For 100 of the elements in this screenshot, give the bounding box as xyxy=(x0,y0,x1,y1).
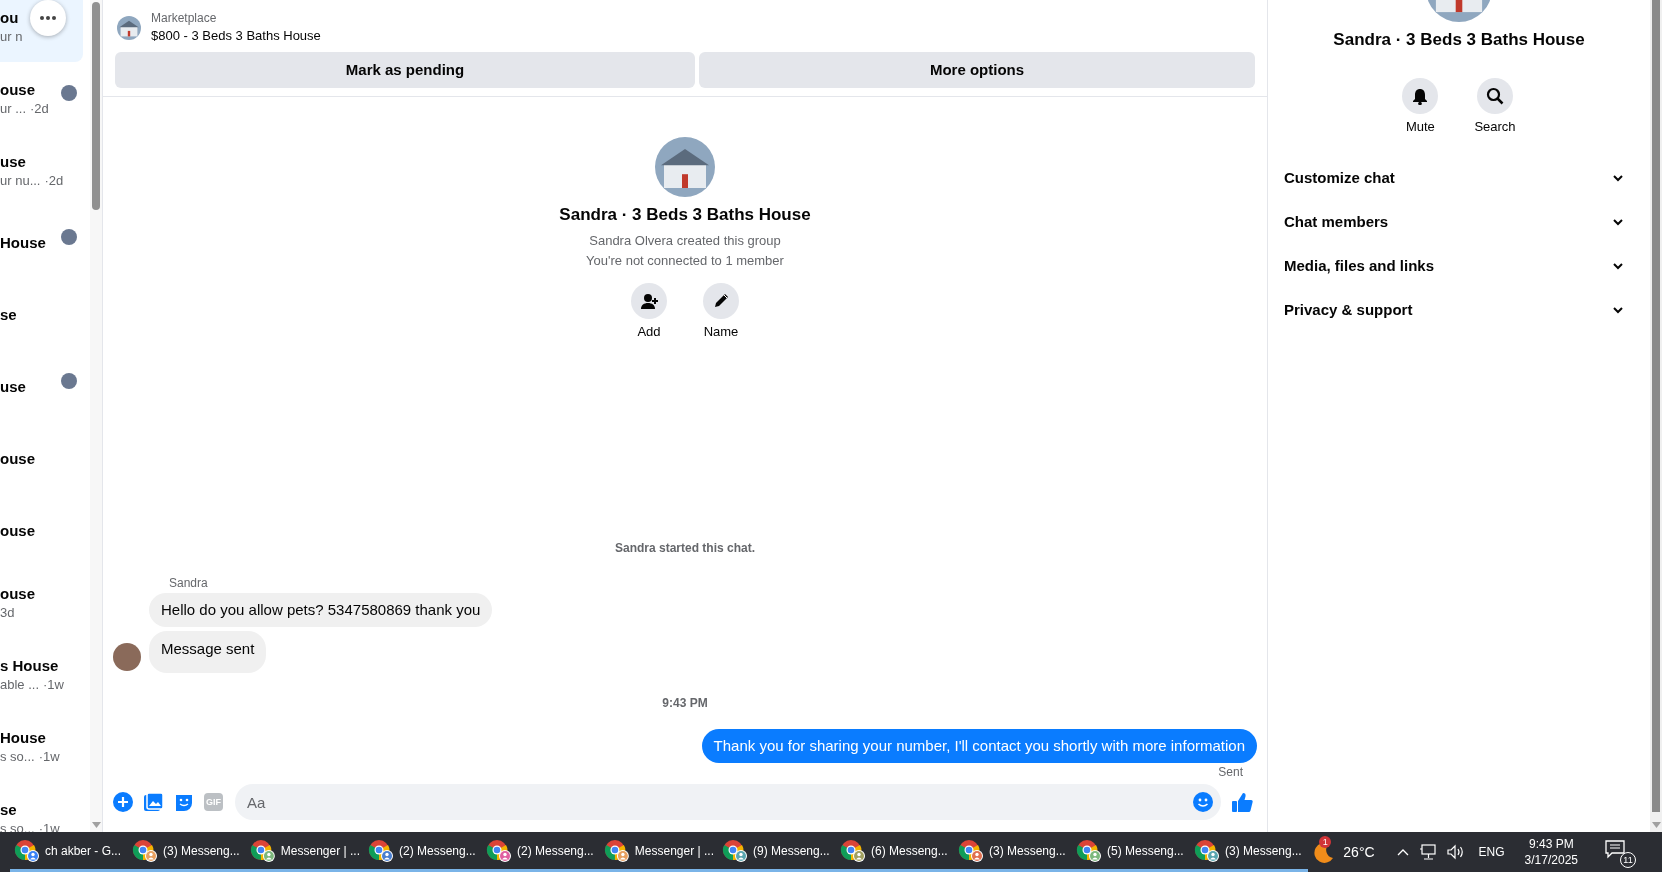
sender-name: Sandra xyxy=(169,575,209,591)
bell-icon xyxy=(1411,87,1430,105)
message-time: 9:43 PM xyxy=(662,695,708,711)
conversation-title: House xyxy=(0,233,46,253)
thumbs-up-icon xyxy=(1231,791,1253,813)
group-info: Sandra Olvera created this group xyxy=(589,232,781,250)
group-title: Sandra · 3 Beds 3 Baths House xyxy=(559,204,811,226)
taskbar-app[interactable]: (3) Messeng... xyxy=(128,832,246,872)
conversation-time: ·1w xyxy=(38,748,60,766)
chevron-icon xyxy=(1612,260,1624,272)
conversation-preview: s so... xyxy=(0,748,35,766)
plus-icon xyxy=(113,792,133,812)
scrollbar-thumb[interactable] xyxy=(1652,0,1660,812)
conversation-preview: ur ... xyxy=(0,100,26,118)
browser-profile-icon xyxy=(250,838,276,863)
taskbar-app[interactable]: (6) Messeng... xyxy=(836,832,954,872)
scrollbar[interactable] xyxy=(1650,0,1662,832)
conversation-time: ·2d xyxy=(44,172,64,190)
conversation-title: House xyxy=(0,728,46,748)
details-section[interactable]: Customize chat xyxy=(1284,156,1634,200)
listing-label: Marketplace xyxy=(151,10,218,26)
taskbar-app[interactable]: (3) Messeng... xyxy=(954,832,1072,872)
taskbar-app[interactable]: (3) Messeng... xyxy=(1190,832,1308,872)
conversation-title: ouse xyxy=(0,449,35,469)
conversation-item[interactable]: ouse xyxy=(0,422,83,494)
conversation-item[interactable]: ouse xyxy=(0,494,83,566)
scroll-down-icon[interactable] xyxy=(1651,822,1661,828)
browser-profile-icon xyxy=(486,838,512,863)
conversation-item[interactable]: House s so... ·1w xyxy=(0,710,83,782)
conversation-preview: 3d xyxy=(0,604,15,622)
image-icon xyxy=(143,792,164,812)
conversation-title: use xyxy=(0,377,26,397)
conversation-title: use xyxy=(0,152,26,172)
message-bubble: Message sent xyxy=(149,631,267,673)
taskbar-app[interactable]: Messenger | ... xyxy=(600,832,718,872)
language-indicator[interactable]: ENG xyxy=(1478,843,1505,861)
browser-profile-icon xyxy=(1194,838,1220,863)
taskbar-app[interactable]: (5) Messeng... xyxy=(1072,832,1190,872)
conversation-item[interactable]: use xyxy=(0,350,83,422)
search-icon xyxy=(1486,87,1504,105)
browser-profile-icon xyxy=(840,838,866,863)
chevron-icon xyxy=(1612,304,1624,316)
conversation-item[interactable]: House xyxy=(0,206,83,278)
conversation-item[interactable]: se xyxy=(0,278,83,350)
network-icon xyxy=(1418,844,1437,860)
message-bubble: Hello do you allow pets? 5347580869 thank you xyxy=(149,593,493,627)
chevron-icon xyxy=(1612,172,1624,184)
taskbar-app[interactable]: (9) Messeng... xyxy=(718,832,836,872)
chevron-icon xyxy=(1612,216,1624,228)
details-section[interactable]: Privacy & support xyxy=(1284,288,1634,332)
chevron-up-icon xyxy=(1396,847,1409,857)
conversation-title: se xyxy=(0,305,17,325)
conversation-preview: able ... xyxy=(0,676,40,694)
conversation-preview: ur nu... xyxy=(0,172,41,190)
taskbar-app[interactable]: (2) Messeng... xyxy=(482,832,600,872)
message-status: Sent xyxy=(1218,764,1243,780)
scrollbar[interactable] xyxy=(90,0,102,832)
message-icon xyxy=(1604,838,1626,860)
conversation-title: se xyxy=(0,800,17,820)
action-button[interactable]: Mark as pending xyxy=(115,52,695,88)
taskbar-app[interactable]: Messenger | ... xyxy=(246,832,364,872)
weather-badge: 1 xyxy=(1319,836,1332,848)
scroll-down-icon[interactable] xyxy=(91,822,101,828)
emoji-icon xyxy=(1193,792,1213,812)
action-button[interactable]: More options xyxy=(699,52,1255,88)
details-section[interactable]: Chat members xyxy=(1284,200,1634,244)
browser-profile-icon xyxy=(722,838,748,863)
conversation-item[interactable]: s House able ... ·1w xyxy=(0,638,83,710)
conversation-time: ·1w xyxy=(43,676,64,694)
message-bubble: Thank you for sharing your number, I'll contact you shortly with more information xyxy=(701,729,1257,763)
taskbar-app[interactable]: ch akber - G... xyxy=(10,832,128,872)
conversation-item[interactable]: ouse 3d xyxy=(0,566,83,638)
group-info: You're not connected to 1 member xyxy=(586,252,784,270)
browser-profile-icon xyxy=(604,838,630,863)
scrollbar-thumb[interactable] xyxy=(92,2,100,210)
conversation-time: ·2d xyxy=(30,100,49,118)
browser-profile-icon xyxy=(132,838,158,863)
listing-title: $800 - 3 Beds 3 Baths House xyxy=(151,27,321,45)
message-field[interactable]: Aa xyxy=(235,784,1221,820)
system-message: Sandra started this chat. xyxy=(614,540,755,556)
add-person-icon xyxy=(640,292,658,310)
clock-time[interactable]: 9:43 PM xyxy=(1528,836,1574,852)
conversation-title: ouse xyxy=(0,584,35,604)
chat-title: Sandra · 3 Beds 3 Baths House xyxy=(1333,29,1585,51)
conversation-item[interactable]: use ur nu... ·2d xyxy=(0,134,83,206)
sticker-icon xyxy=(174,792,194,812)
conversation-title: ou xyxy=(0,8,19,28)
conversation-title: ouse xyxy=(0,521,35,541)
group-photo xyxy=(655,137,715,197)
clock-date[interactable]: 3/17/2025 xyxy=(1524,852,1578,868)
listing-photo xyxy=(117,16,141,40)
conversation-title: ouse xyxy=(0,80,35,100)
browser-profile-icon xyxy=(958,838,984,863)
pencil-icon xyxy=(712,292,730,310)
conversation-preview: ur n xyxy=(0,28,23,46)
taskbar-app[interactable]: (2) Messeng... xyxy=(364,832,482,872)
details-section[interactable]: Media, files and links xyxy=(1284,244,1634,288)
browser-profile-icon xyxy=(1076,838,1102,863)
conversation-title: s House xyxy=(0,656,59,676)
conversation-item[interactable]: ouse ur ... ·2d xyxy=(0,62,83,134)
